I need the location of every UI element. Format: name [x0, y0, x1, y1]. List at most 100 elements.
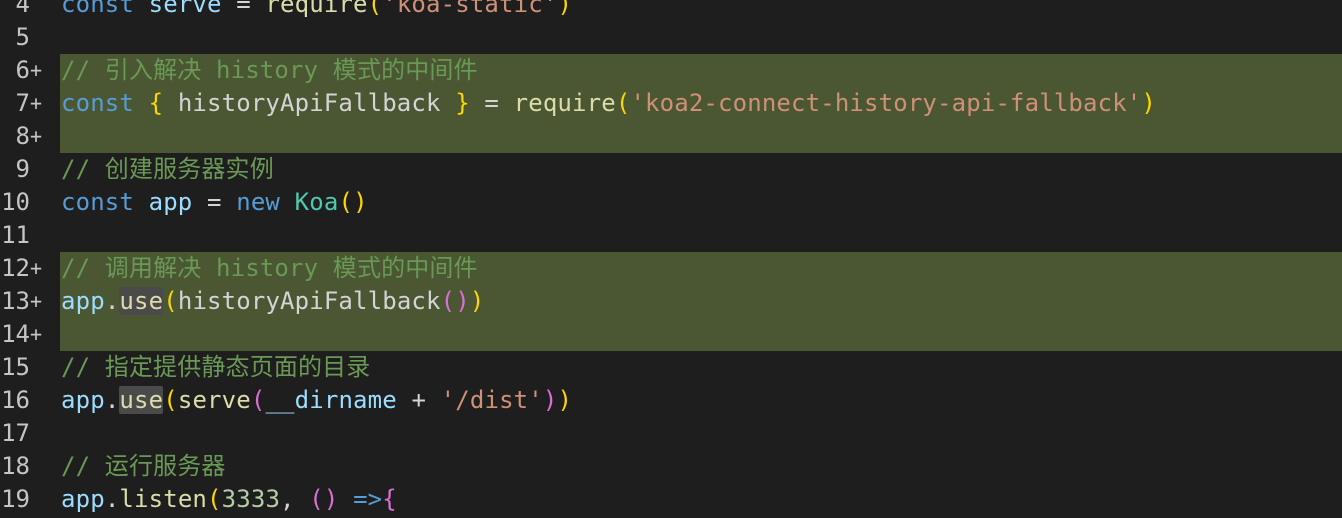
code-token: require [265, 0, 368, 18]
code-token: ( [615, 89, 631, 117]
added-line-marker-icon: + [30, 91, 43, 115]
code-token: '/dist' [440, 386, 543, 414]
line-code[interactable]: // 引入解决 history 模式的中间件 [61, 54, 478, 87]
code-line[interactable]: 17 [0, 417, 1342, 450]
code-line[interactable]: 5 [0, 21, 1342, 54]
code-token: require [513, 89, 616, 117]
added-line-marker-icon: + [30, 124, 43, 148]
code-line[interactable]: 16 app.use(serve(__dirname + '/dist')) [0, 384, 1342, 417]
code-token: const [61, 89, 134, 117]
code-token: const [61, 0, 134, 18]
code-token: = [221, 0, 266, 18]
line-gutter: 13 + [0, 285, 60, 318]
code-token: historyApiFallback [177, 287, 441, 315]
line-code[interactable]: // 指定提供静态页面的目录 [61, 351, 370, 384]
code-token: // 调用解决 history 模式的中间件 [61, 254, 478, 282]
line-number: 14 [1, 320, 30, 348]
line-number: 13 [1, 287, 30, 315]
code-token: ( [250, 386, 266, 414]
line-code[interactable]: const serve = require('koa-static') [61, 0, 572, 21]
code-line[interactable]: 19 app.listen(3333, () =>{ [0, 483, 1342, 516]
added-code-line[interactable]: 6 +// 引入解决 history 模式的中间件 [0, 54, 1342, 87]
line-code[interactable]: const { historyApiFallback } = require('… [61, 87, 1156, 120]
line-gutter: 6 + [0, 54, 60, 87]
added-code-line[interactable]: 13 + app.use(historyApiFallback()) [0, 285, 1342, 318]
code-token: () [338, 188, 368, 216]
code-token: ) [557, 386, 573, 414]
added-code-line[interactable]: 8 + [0, 120, 1342, 153]
line-code[interactable]: const app = new Koa() [61, 186, 368, 219]
code-token: . [104, 485, 120, 513]
code-token: new [236, 188, 281, 216]
code-token: const [61, 188, 134, 216]
code-token: app [61, 287, 105, 315]
line-gutter: 17 [0, 417, 60, 450]
line-gutter: 5 [0, 21, 60, 54]
added-line-marker-icon: + [30, 256, 43, 280]
code-token: // 运行服务器 [61, 452, 226, 480]
line-number: 15 [1, 353, 30, 381]
code-token: => [353, 485, 383, 513]
line-number: 17 [1, 419, 30, 447]
line-number: 4 [15, 0, 30, 18]
line-number: 6 [15, 56, 30, 84]
added-line-marker-icon: + [30, 58, 43, 82]
code-token: 3333 [221, 485, 281, 513]
line-gutter: 7 + [0, 87, 60, 120]
code-token: ) [557, 0, 573, 18]
line-number: 19 [1, 485, 30, 513]
code-line[interactable]: 18 // 运行服务器 [0, 450, 1342, 483]
code-token: ( [163, 287, 178, 315]
code-editor[interactable]: 4 const serve = require('koa-static') 5 6 + /… [0, 0, 1342, 518]
line-gutter: 8 + [0, 120, 60, 153]
line-code[interactable]: app.listen(3333, () =>{ [61, 483, 397, 516]
code-token: __dirname [265, 386, 397, 414]
code-token: } [455, 89, 470, 117]
code-token: = [192, 188, 237, 216]
code-token: serve [148, 0, 222, 18]
highlighted-token: use [119, 386, 164, 414]
line-gutter: 16 [0, 384, 60, 417]
code-token: ( [207, 485, 222, 513]
code-token: , [280, 485, 310, 513]
code-token: ( [367, 0, 383, 18]
code-token: 'koa-static' [382, 0, 558, 18]
line-gutter: 19 [0, 483, 60, 516]
code-token: // 创建服务器实例 [61, 155, 274, 183]
code-token: ) [1141, 89, 1157, 117]
code-token: // 引入解决 history 模式的中间件 [61, 56, 478, 84]
code-token: app [61, 485, 105, 513]
code-line[interactable]: 9 // 创建服务器实例 [0, 153, 1342, 186]
code-token: . [104, 287, 120, 315]
code-token: Koa [294, 188, 339, 216]
code-line[interactable]: 11 [0, 219, 1342, 252]
line-code[interactable]: // 调用解决 history 模式的中间件 [61, 252, 478, 285]
added-code-line[interactable]: 14 + [0, 318, 1342, 351]
code-line[interactable]: 15 // 指定提供静态页面的目录 [0, 351, 1342, 384]
added-code-line[interactable]: 12 +// 调用解决 history 模式的中间件 [0, 252, 1342, 285]
line-code[interactable]: app.use(serve(__dirname + '/dist')) [61, 384, 572, 417]
line-code[interactable]: // 运行服务器 [61, 450, 226, 483]
line-number: 16 [1, 386, 30, 414]
added-code-line[interactable]: 7 + const { historyApiFallback } = require… [0, 87, 1342, 120]
code-token: () [440, 287, 470, 315]
code-token: + [396, 386, 441, 414]
code-token: historyApiFallback [163, 89, 456, 117]
line-number: 18 [1, 452, 30, 480]
line-code[interactable]: // 创建服务器实例 [61, 153, 274, 186]
line-number: 9 [15, 155, 30, 183]
line-gutter: 18 [0, 450, 60, 483]
code-line[interactable]: 4 const serve = require('koa-static') [0, 0, 1342, 21]
code-line[interactable]: 10 const app = new Koa() [0, 186, 1342, 219]
code-token: listen [119, 485, 208, 513]
code-token: serve [177, 386, 251, 414]
code-token: ( [163, 386, 178, 414]
code-token: () [309, 485, 339, 513]
line-code[interactable]: app.use(historyApiFallback()) [61, 285, 484, 318]
line-gutter: 9 [0, 153, 60, 186]
code-token: { [382, 485, 397, 513]
